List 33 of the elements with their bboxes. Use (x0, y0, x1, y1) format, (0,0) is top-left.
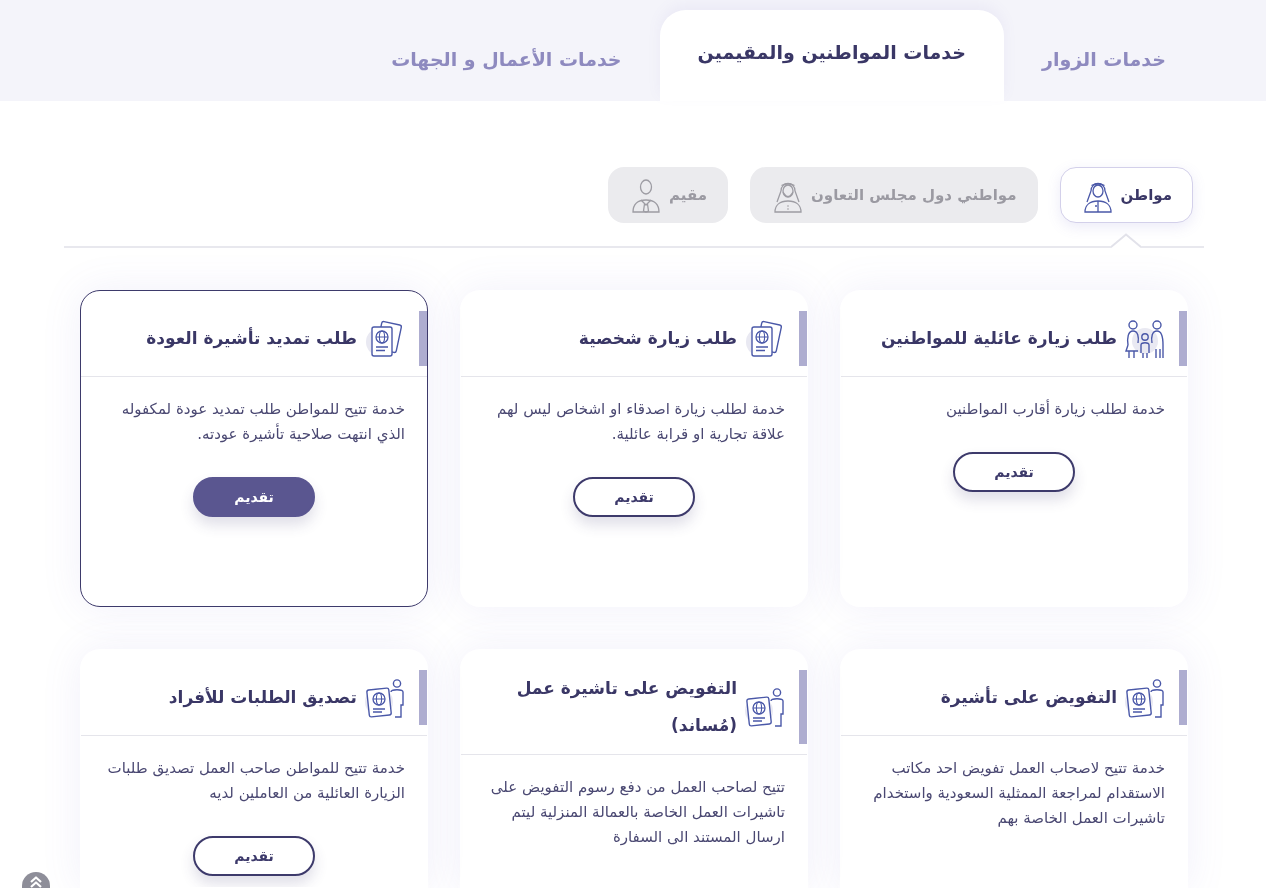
card-title: طلب زيارة شخصية (578, 327, 737, 350)
card-title: تصديق الطلبات للأفراد (168, 686, 357, 710)
passport-person-icon (1125, 677, 1165, 718)
scroll-top-button[interactable] (22, 872, 50, 888)
card-title: طلب زيارة عائلية للمواطنين (880, 327, 1117, 351)
chevron-up-icon (29, 876, 43, 888)
title-marker-icon (419, 311, 427, 366)
card-description: خدمة تتيح لاصحاب العمل تفويض احد مكاتب الاستقدام لمراجعة الممثلية السعودية واستخدام تاشيرات العمل الخاصة بهم (872, 758, 1166, 829)
passport-person-icon (365, 677, 405, 718)
family-icon (1125, 318, 1165, 359)
passport-person-icon (745, 687, 785, 727)
title-marker-icon (1179, 670, 1187, 725)
card-title: طلب تمديد تأشيرة العودة (146, 326, 357, 351)
card-description: خدمة تتيح للمواطن صاحب العمل تصديق طلبات الزيارة العائلية من العاملين لديه (106, 758, 406, 804)
title-marker-icon (799, 670, 807, 744)
apply-button[interactable]: تقديم (193, 836, 315, 876)
person-tie-icon (631, 177, 662, 213)
card-description: خدمة لطلب زيارة أقارب المواطنين (945, 398, 1166, 420)
apply-button[interactable]: تقديم (573, 477, 695, 517)
card-title: التفويض على تاشيرة عمل (مُساند) (515, 677, 737, 737)
apply-button[interactable]: تقديم (193, 477, 315, 517)
section-tab[interactable]: خدمات المواطنين والمقيمين (659, 10, 1004, 101)
title-marker-icon (799, 311, 807, 366)
card-title: التفويض على تأشيرة (940, 685, 1117, 710)
apply-button[interactable]: تقديم (953, 452, 1075, 492)
passport-icon (365, 318, 405, 359)
card-description: تتيح لصاحب العمل من دفع رسوم التفويض على تاشيرات العمل الخاصة بالعمالة المنزلية ليتم ارسال المستند الى السفارة (489, 777, 786, 848)
card-description: خدمة لطلب زيارة اصدقاء او اشخاص ليس لهم علاقة تجارية او قرابة عائلية. (495, 399, 786, 445)
audience-filter-button[interactable]: مواطن (1059, 167, 1193, 223)
passport-icon (745, 318, 785, 359)
title-marker-icon (419, 670, 427, 725)
card-description: خدمة تتيح للمواطن طلب تمديد عودة لمكفوله الذي انتهت صلاحية تأشيرة عودته. (120, 399, 406, 446)
title-marker-icon (1179, 311, 1187, 366)
